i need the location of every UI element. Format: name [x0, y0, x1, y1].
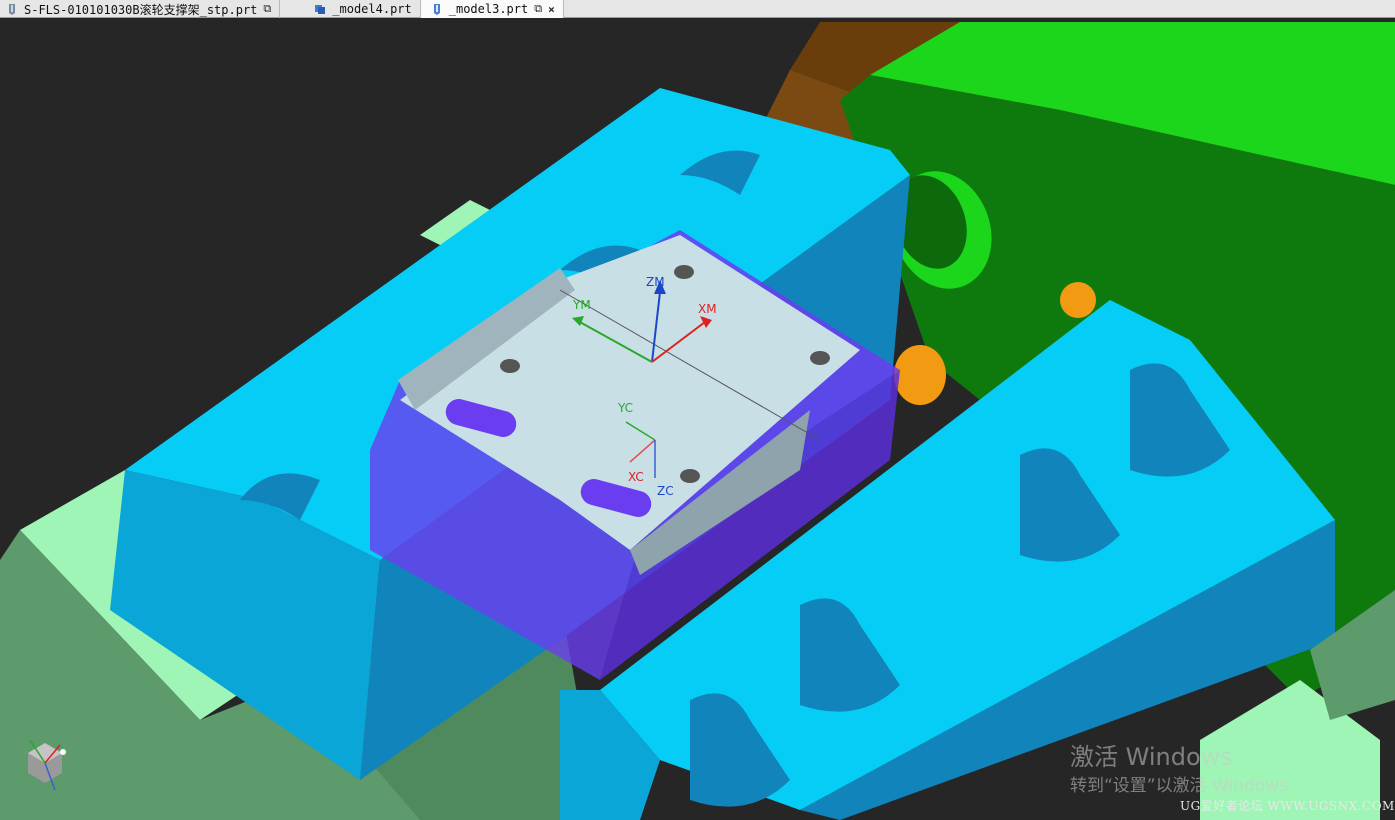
restore-icon[interactable]: ⧉: [534, 2, 542, 16]
tab-label: _model3.prt: [448, 2, 529, 16]
restore-icon[interactable]: ⧉: [263, 2, 271, 16]
close-icon[interactable]: ×: [548, 3, 555, 16]
xm-label: XM: [698, 302, 717, 316]
assembly-icon: [315, 5, 326, 14]
plate-hole: [810, 351, 830, 365]
graphics-viewport[interactable]: ZM XM YM YC XC ZC 激活 Windows 转到“设置”以激活 W…: [0, 19, 1395, 820]
tab-model4[interactable]: _model4.prt: [280, 0, 421, 18]
document-tab-bar: S-FLS-010101030B滚轮支撑架_stp.prt ⧉ _model4.…: [0, 0, 1395, 18]
cad-scene: ZM XM YM YC XC ZC: [0, 19, 1395, 820]
orange-pin: [894, 345, 946, 405]
zm-label: ZM: [646, 275, 665, 289]
tab-label: S-FLS-010101030B滚轮支撑架_stp.prt: [24, 2, 258, 17]
tab-model3[interactable]: _model3.prt ⧉ ×: [420, 0, 564, 18]
xc-label: XC: [628, 470, 644, 484]
activation-watermark-title: 激活 Windows: [1070, 743, 1233, 771]
plate-hole: [674, 265, 694, 279]
yc-label: YC: [617, 401, 633, 415]
orange-pin: [1060, 282, 1096, 318]
ym-label: YM: [572, 298, 591, 312]
activation-watermark-subtitle: 转到“设置”以激活 Windows: [1070, 776, 1288, 796]
zc-label: ZC: [657, 484, 674, 498]
tab-label: _model4.prt: [332, 2, 412, 16]
forum-watermark: UG爱好者论坛 WWW.UGSNX.COM: [1180, 799, 1395, 813]
tab-s-fls-part[interactable]: S-FLS-010101030B滚轮支撑架_stp.prt ⧉: [0, 0, 281, 18]
part-file-icon: [9, 4, 15, 15]
plate-hole: [680, 469, 700, 483]
plate-hole: [500, 359, 520, 373]
part-file-icon: [433, 4, 440, 15]
